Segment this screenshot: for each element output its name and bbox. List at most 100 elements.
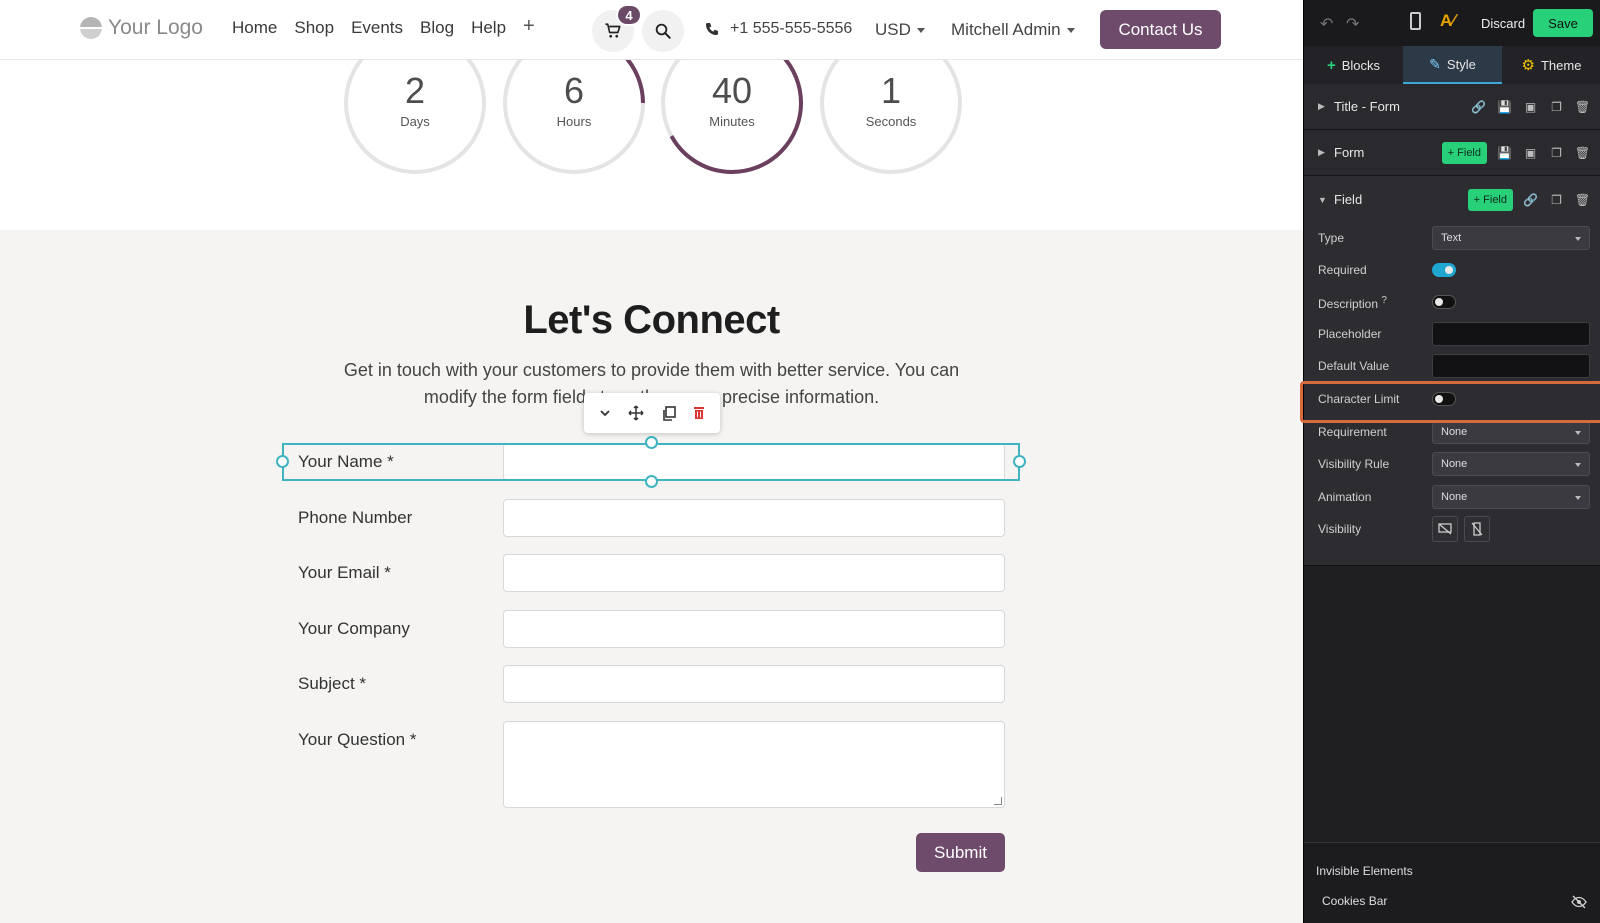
form-field-subject[interactable]: Subject *: [298, 665, 1005, 703]
currency-dropdown[interactable]: USD: [875, 20, 925, 40]
caret-right-icon: ▶: [1318, 101, 1325, 111]
countdown-label: Hours: [556, 114, 592, 129]
subject-input[interactable]: [503, 665, 1005, 703]
phone-link[interactable]: +1 555-555-5556: [704, 20, 852, 38]
visibility-rule-select[interactable]: None: [1432, 452, 1590, 476]
search-button[interactable]: [642, 10, 684, 52]
tab-theme[interactable]: ⚙ Theme: [1502, 46, 1600, 84]
duplicate-icon[interactable]: ❐: [1548, 192, 1565, 209]
question-textarea[interactable]: [503, 721, 1005, 808]
redo-icon[interactable]: ↷: [1346, 14, 1359, 34]
tab-style[interactable]: ✎ Style: [1403, 46, 1502, 84]
form-field-company[interactable]: Your Company: [298, 610, 1005, 648]
hide-mobile-button[interactable]: [1464, 516, 1490, 542]
option-label: Type: [1318, 231, 1345, 245]
form-field-question[interactable]: Your Question *: [298, 721, 1005, 808]
link-icon[interactable]: 🔗: [1522, 192, 1539, 209]
trash-icon[interactable]: 🗑: [1574, 145, 1591, 162]
form-field-email[interactable]: Your Email *: [298, 554, 1005, 592]
company-input[interactable]: [503, 610, 1005, 648]
countdown-label: Minutes: [709, 114, 755, 129]
field-label: Phone Number: [298, 508, 413, 527]
option-label: Animation: [1318, 490, 1372, 504]
contact-us-button[interactable]: Contact Us: [1100, 10, 1221, 49]
nav-shop[interactable]: Shop: [294, 18, 334, 38]
resize-handle-left[interactable]: [276, 455, 289, 468]
editor-tabs: + Blocks ✎ Style ⚙ Theme: [1304, 46, 1600, 84]
highlight-annotation: [1300, 381, 1600, 423]
required-toggle[interactable]: [1432, 263, 1456, 277]
discard-button[interactable]: Discard: [1481, 16, 1525, 31]
undo-icon[interactable]: ↶: [1320, 14, 1333, 34]
section-form[interactable]: ▶ Form + Field 💾 ▣ ❐ 🗑: [1304, 130, 1600, 176]
nav-add-icon[interactable]: +: [523, 16, 535, 38]
tab-label: Theme: [1540, 57, 1582, 73]
fullscreen-icon[interactable]: ▣: [1522, 98, 1539, 115]
save-button[interactable]: Save: [1533, 9, 1593, 37]
submit-button[interactable]: Submit: [916, 833, 1005, 872]
option-default-value: Default Value: [1304, 350, 1600, 382]
nav-events[interactable]: Events: [351, 18, 403, 38]
move-icon[interactable]: [628, 405, 644, 421]
toggle-knob: [1445, 266, 1453, 274]
description-toggle[interactable]: [1432, 295, 1456, 309]
help-icon[interactable]: ?: [1381, 295, 1387, 306]
add-field-button[interactable]: + Field: [1441, 142, 1487, 164]
resize-handle-top[interactable]: [645, 436, 658, 449]
invisible-item-cookies-bar[interactable]: Cookies Bar: [1322, 894, 1387, 908]
toggle-knob: [1435, 298, 1443, 306]
option-label: Visibility Rule: [1318, 457, 1390, 471]
editor-panel: ↶ ↷ A∕ Discard Save + Blocks ✎ Style ⚙ T…: [1300, 0, 1600, 923]
caret-down-icon[interactable]: ▼: [1318, 195, 1327, 205]
requirement-select[interactable]: None: [1432, 420, 1590, 444]
eye-slash-icon[interactable]: [1571, 895, 1587, 914]
site-logo[interactable]: Your Logo: [80, 16, 203, 40]
animation-select[interactable]: None: [1432, 485, 1590, 509]
add-field-button[interactable]: + Field: [1467, 189, 1513, 211]
section-title[interactable]: Let's Connect: [0, 298, 1303, 343]
plus-icon: +: [1326, 56, 1336, 74]
nav-blog[interactable]: Blog: [420, 18, 454, 38]
fullscreen-icon[interactable]: ▣: [1522, 145, 1539, 162]
section-actions: + Field 🔗 ❐ 🗑: [1467, 189, 1591, 211]
duplicate-icon[interactable]: ❐: [1548, 98, 1565, 115]
save-block-icon[interactable]: 💾: [1496, 98, 1513, 115]
type-select[interactable]: Text: [1432, 226, 1590, 250]
section-field: ▼ Field + Field 🔗 ❐ 🗑 Type Text Required…: [1304, 176, 1600, 566]
option-label: Description ?: [1318, 295, 1387, 311]
trash-icon[interactable]: [693, 406, 705, 420]
email-input[interactable]: [503, 554, 1005, 592]
option-visibility: Visibility: [1304, 513, 1600, 545]
cart-button[interactable]: 4: [592, 4, 642, 52]
tab-label: Style: [1446, 56, 1476, 72]
section-actions: + Field 💾 ▣ ❐ 🗑: [1441, 142, 1591, 164]
phone-input[interactable]: [503, 499, 1005, 537]
nav-home[interactable]: Home: [232, 18, 277, 38]
mobile-preview-icon[interactable]: [1410, 12, 1421, 30]
countdown-value: 6: [563, 70, 585, 111]
nav-help[interactable]: Help: [471, 18, 506, 38]
user-menu[interactable]: Mitchell Admin: [951, 20, 1075, 40]
default-value-input[interactable]: [1432, 354, 1590, 378]
duplicate-icon[interactable]: ❐: [1548, 145, 1565, 162]
ai-icon[interactable]: A∕: [1440, 11, 1455, 31]
hide-desktop-button[interactable]: [1432, 516, 1458, 542]
cart-count-badge: 4: [616, 4, 642, 26]
option-label: Default Value: [1318, 359, 1390, 373]
pencil-icon: ✎: [1429, 55, 1441, 72]
duplicate-icon[interactable]: [662, 405, 676, 421]
trash-icon[interactable]: 🗑: [1574, 98, 1591, 115]
countdown-value: 40: [711, 70, 753, 111]
editor-topbar: ↶ ↷ A∕ Discard Save: [1304, 0, 1600, 46]
section-title-form[interactable]: ▶ Title - Form 🔗 💾 ▣ ❐ 🗑: [1304, 84, 1600, 130]
resize-handle-icon[interactable]: [994, 797, 1002, 805]
chevron-down-icon[interactable]: [599, 407, 611, 419]
form-field-phone[interactable]: Phone Number: [298, 499, 1005, 537]
resize-handle-right[interactable]: [1013, 455, 1026, 468]
tab-blocks[interactable]: + Blocks: [1304, 46, 1403, 84]
save-block-icon[interactable]: 💾: [1496, 145, 1513, 162]
placeholder-input[interactable]: [1432, 322, 1590, 346]
resize-handle-bottom[interactable]: [645, 475, 658, 488]
trash-icon[interactable]: 🗑: [1574, 192, 1591, 209]
link-icon[interactable]: 🔗: [1470, 98, 1487, 115]
